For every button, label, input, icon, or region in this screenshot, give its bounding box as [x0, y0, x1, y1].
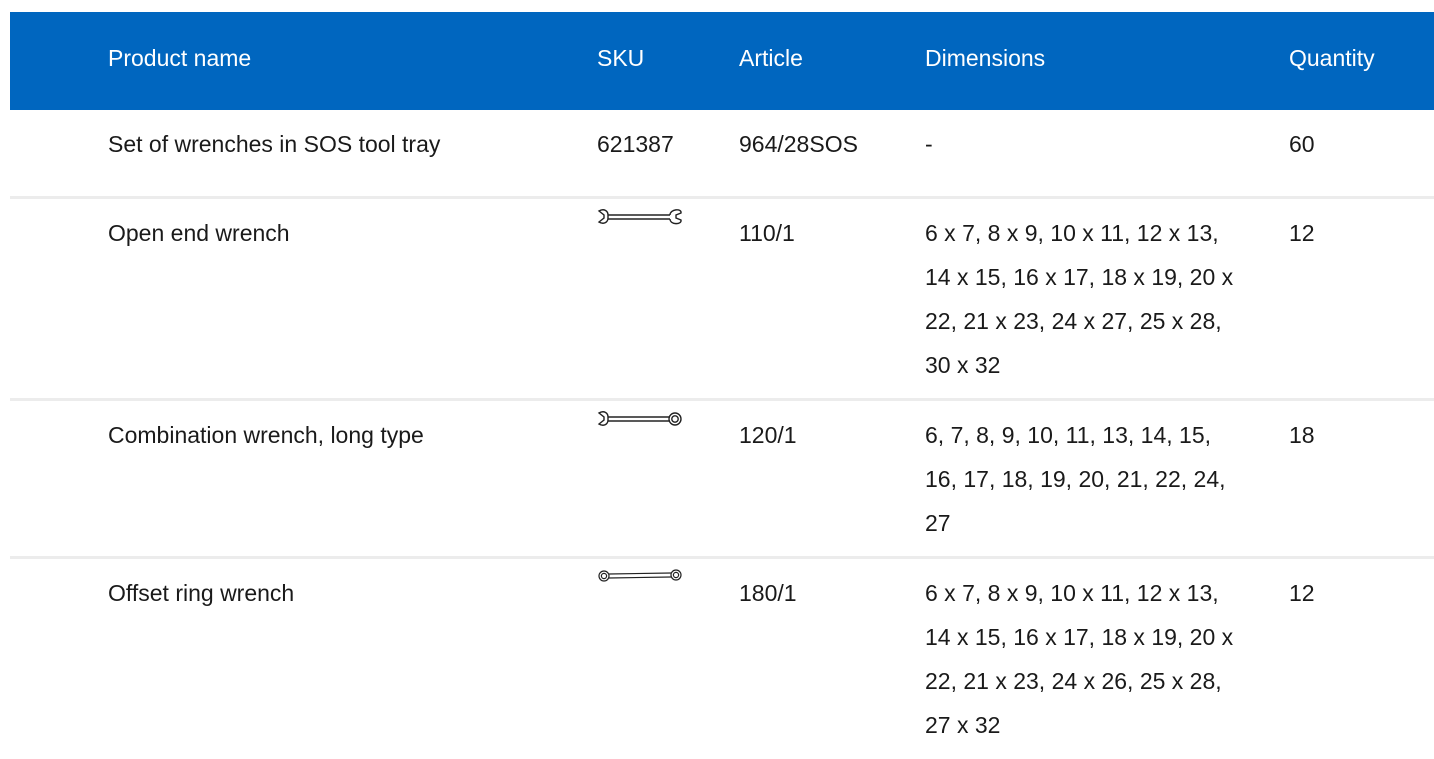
product-name: Open end wrench [108, 220, 290, 246]
quantity-value: 18 [1289, 422, 1315, 448]
product-name: Offset ring wrench [108, 580, 295, 606]
header-quantity: Quantity [1289, 45, 1375, 71]
table-row: Combination wrench, long type 120/1 6, 7… [10, 401, 1434, 559]
product-name: Combination wrench, long type [108, 422, 424, 448]
article-value: 120/1 [739, 422, 797, 448]
table-header: Product name SKU Article Dimensions Quan… [10, 12, 1434, 110]
sku-value: 621387 [597, 131, 674, 157]
dimensions-value: - [925, 131, 933, 157]
header-product-name: Product name [108, 45, 252, 71]
header-sku: SKU [597, 45, 645, 71]
table-row: Set of wrenches in SOS tool tray 621387 … [10, 110, 1434, 199]
combination-wrench-icon [596, 409, 684, 431]
table-row: Offset ring wrench 180/1 6 x 7, 8 x 9, 1… [10, 559, 1434, 759]
article-value: 964/28SOS [739, 131, 858, 157]
dimensions-value: 6 x 7, 8 x 9, 10 x 11, 12 x 13, 14 x 15,… [925, 580, 1234, 738]
product-table: Product name SKU Article Dimensions Quan… [10, 12, 1434, 759]
header-article: Article [739, 45, 803, 71]
quantity-value: 60 [1289, 131, 1315, 157]
dimensions-value: 6 x 7, 8 x 9, 10 x 11, 12 x 13, 14 x 15,… [925, 220, 1234, 378]
header-dimensions: Dimensions [925, 45, 1046, 71]
article-value: 180/1 [739, 580, 797, 606]
quantity-value: 12 [1289, 220, 1315, 246]
table-row: Open end wrench 110/1 6 x 7, 8 x 9, 10 x… [10, 199, 1434, 401]
article-value: 110/1 [739, 220, 795, 246]
quantity-value: 12 [1289, 580, 1315, 606]
product-name: Set of wrenches in SOS tool tray [108, 131, 441, 157]
offset-ring-wrench-icon [596, 567, 684, 589]
open-end-wrench-icon [596, 207, 684, 229]
dimensions-value: 6, 7, 8, 9, 10, 11, 13, 14, 15, 16, 17, … [925, 422, 1226, 536]
